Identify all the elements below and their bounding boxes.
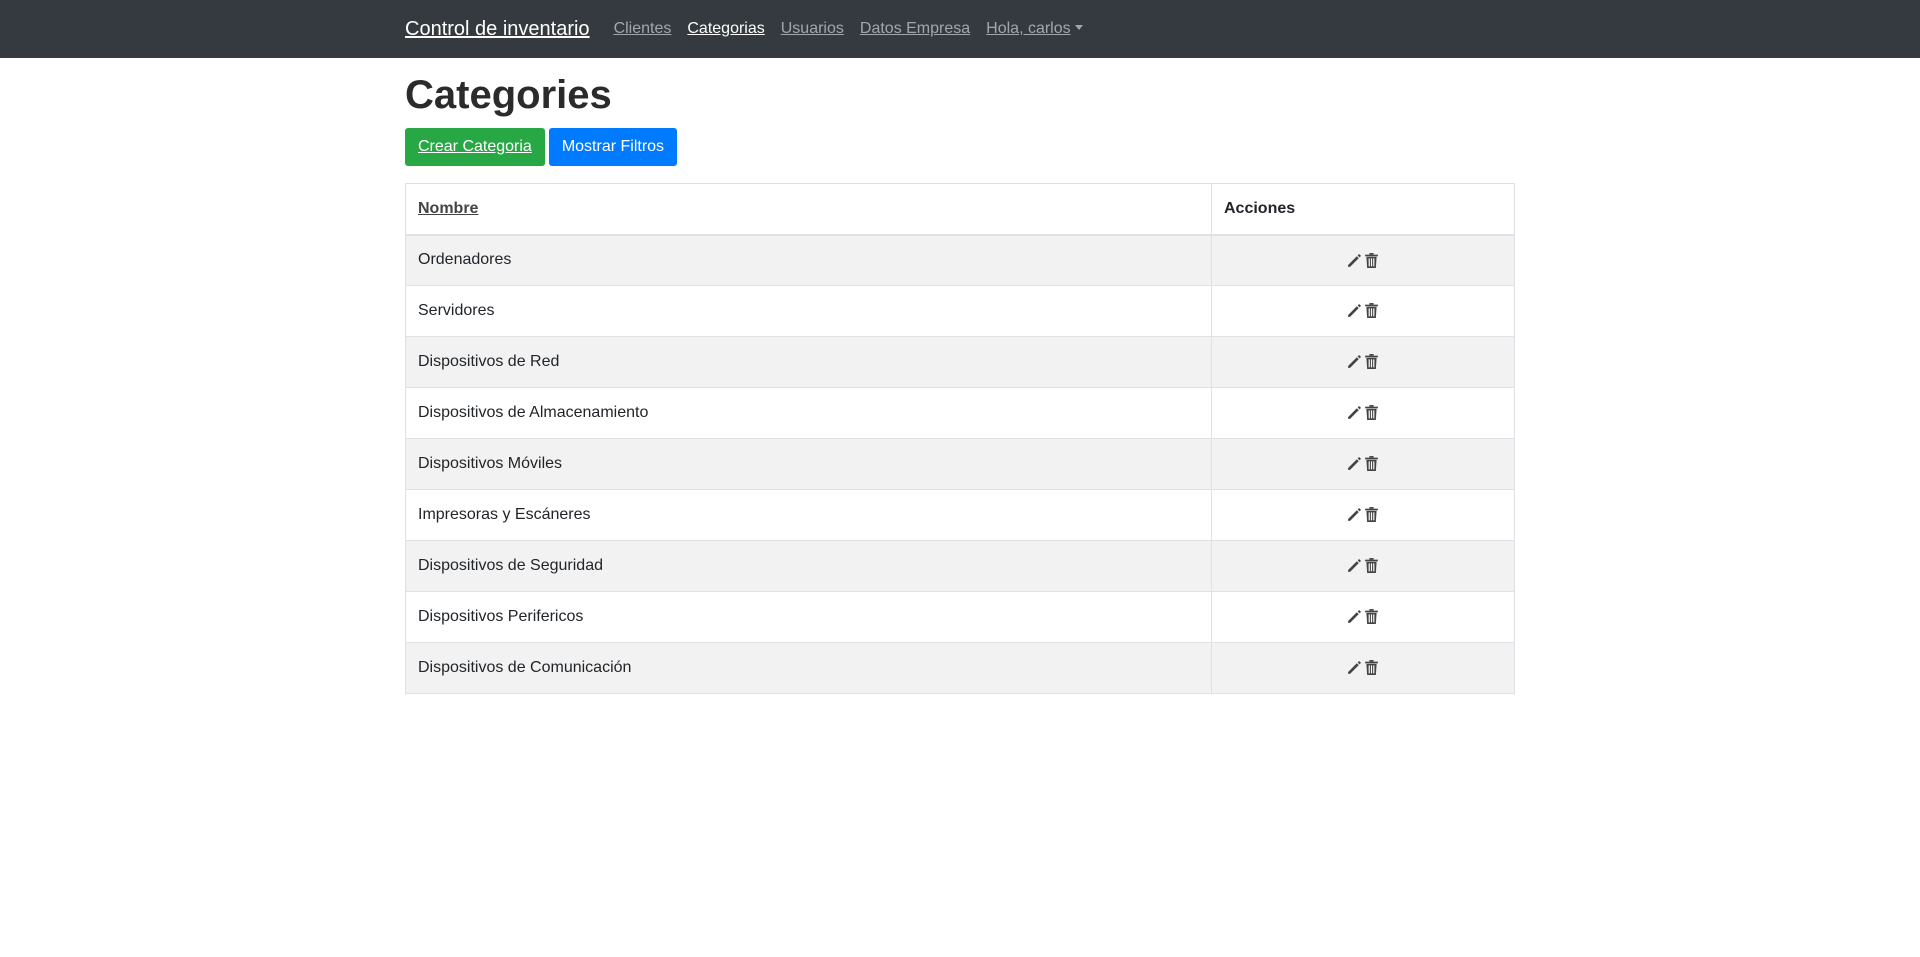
actions-cell <box>1211 285 1515 337</box>
category-name-cell: Dispositivos de Red <box>405 336 1212 388</box>
table-header-row: Nombre Acciones <box>405 183 1515 236</box>
user-menu-dropdown[interactable]: Hola, carlos <box>986 20 1083 38</box>
user-menu-label: Hola, carlos <box>986 20 1071 37</box>
nav-link-categorias[interactable]: Categorias <box>687 20 764 38</box>
nav-link-datos-empresa[interactable]: Datos Empresa <box>860 20 970 38</box>
pencil-icon[interactable] <box>1346 404 1363 421</box>
category-name-cell: Dispositivos de Comunicación <box>405 642 1212 694</box>
page-title: Categories <box>405 73 612 117</box>
table-row: Dispositivos de Red <box>405 336 1515 388</box>
category-name-cell: Dispositivos Móviles <box>405 438 1212 490</box>
pencil-icon[interactable] <box>1346 302 1363 319</box>
actions-cell <box>1211 540 1515 592</box>
table-row: Impresoras y Escáneres <box>405 489 1515 541</box>
trash-icon[interactable] <box>1363 659 1380 676</box>
category-name-cell: Servidores <box>405 285 1212 337</box>
category-name-cell: Impresoras y Escáneres <box>405 489 1212 541</box>
category-name-cell: Ordenadores <box>405 234 1212 286</box>
trash-icon[interactable] <box>1363 557 1380 574</box>
chevron-down-icon <box>1074 25 1083 30</box>
actions-cell <box>1211 336 1515 388</box>
trash-icon[interactable] <box>1363 506 1380 523</box>
category-name-cell: Dispositivos de Seguridad <box>405 540 1212 592</box>
main-content: Categories Crear Categoria Mostrar Filtr… <box>405 58 1515 694</box>
nav-link-clientes[interactable]: Clientes <box>614 20 672 38</box>
navbar-content: Control de inventario Clientes Categoria… <box>405 0 1099 58</box>
table-row: Ordenadores <box>405 234 1515 286</box>
table-row: Dispositivos Perifericos <box>405 591 1515 643</box>
brand-link[interactable]: Control de inventario <box>405 18 590 41</box>
table-body: Ordenadores Servidores Dispositivos de R… <box>405 234 1515 694</box>
pencil-icon[interactable] <box>1346 506 1363 523</box>
action-buttons: Crear Categoria Mostrar Filtros <box>405 128 1515 166</box>
actions-cell <box>1211 234 1515 286</box>
actions-cell <box>1211 642 1515 694</box>
table-row: Dispositivos de Almacenamiento <box>405 387 1515 439</box>
category-name-cell: Dispositivos de Almacenamiento <box>405 387 1212 439</box>
table-row: Dispositivos Móviles <box>405 438 1515 490</box>
actions-cell <box>1211 489 1515 541</box>
column-header-acciones: Acciones <box>1211 183 1515 236</box>
column-header-nombre[interactable]: Nombre <box>405 183 1212 236</box>
categories-table: Nombre Acciones Ordenadores Servidores D… <box>405 183 1515 694</box>
pencil-icon[interactable] <box>1346 557 1363 574</box>
trash-icon[interactable] <box>1363 302 1380 319</box>
pencil-icon[interactable] <box>1346 608 1363 625</box>
category-name-cell: Dispositivos Perifericos <box>405 591 1212 643</box>
actions-cell <box>1211 387 1515 439</box>
trash-icon[interactable] <box>1363 252 1380 269</box>
table-row: Dispositivos de Seguridad <box>405 540 1515 592</box>
show-filters-button[interactable]: Mostrar Filtros <box>548 128 678 166</box>
table-row: Servidores <box>405 285 1515 337</box>
pencil-icon[interactable] <box>1346 252 1363 269</box>
pencil-icon[interactable] <box>1346 455 1363 472</box>
nav-link-usuarios[interactable]: Usuarios <box>781 20 844 38</box>
top-navbar: Control de inventario Clientes Categoria… <box>0 0 1920 58</box>
trash-icon[interactable] <box>1363 353 1380 370</box>
trash-icon[interactable] <box>1363 608 1380 625</box>
actions-cell <box>1211 438 1515 490</box>
pencil-icon[interactable] <box>1346 353 1363 370</box>
table-row: Dispositivos de Comunicación <box>405 642 1515 694</box>
create-category-button[interactable]: Crear Categoria <box>405 128 545 166</box>
trash-icon[interactable] <box>1363 455 1380 472</box>
actions-cell <box>1211 591 1515 643</box>
pencil-icon[interactable] <box>1346 659 1363 676</box>
trash-icon[interactable] <box>1363 404 1380 421</box>
